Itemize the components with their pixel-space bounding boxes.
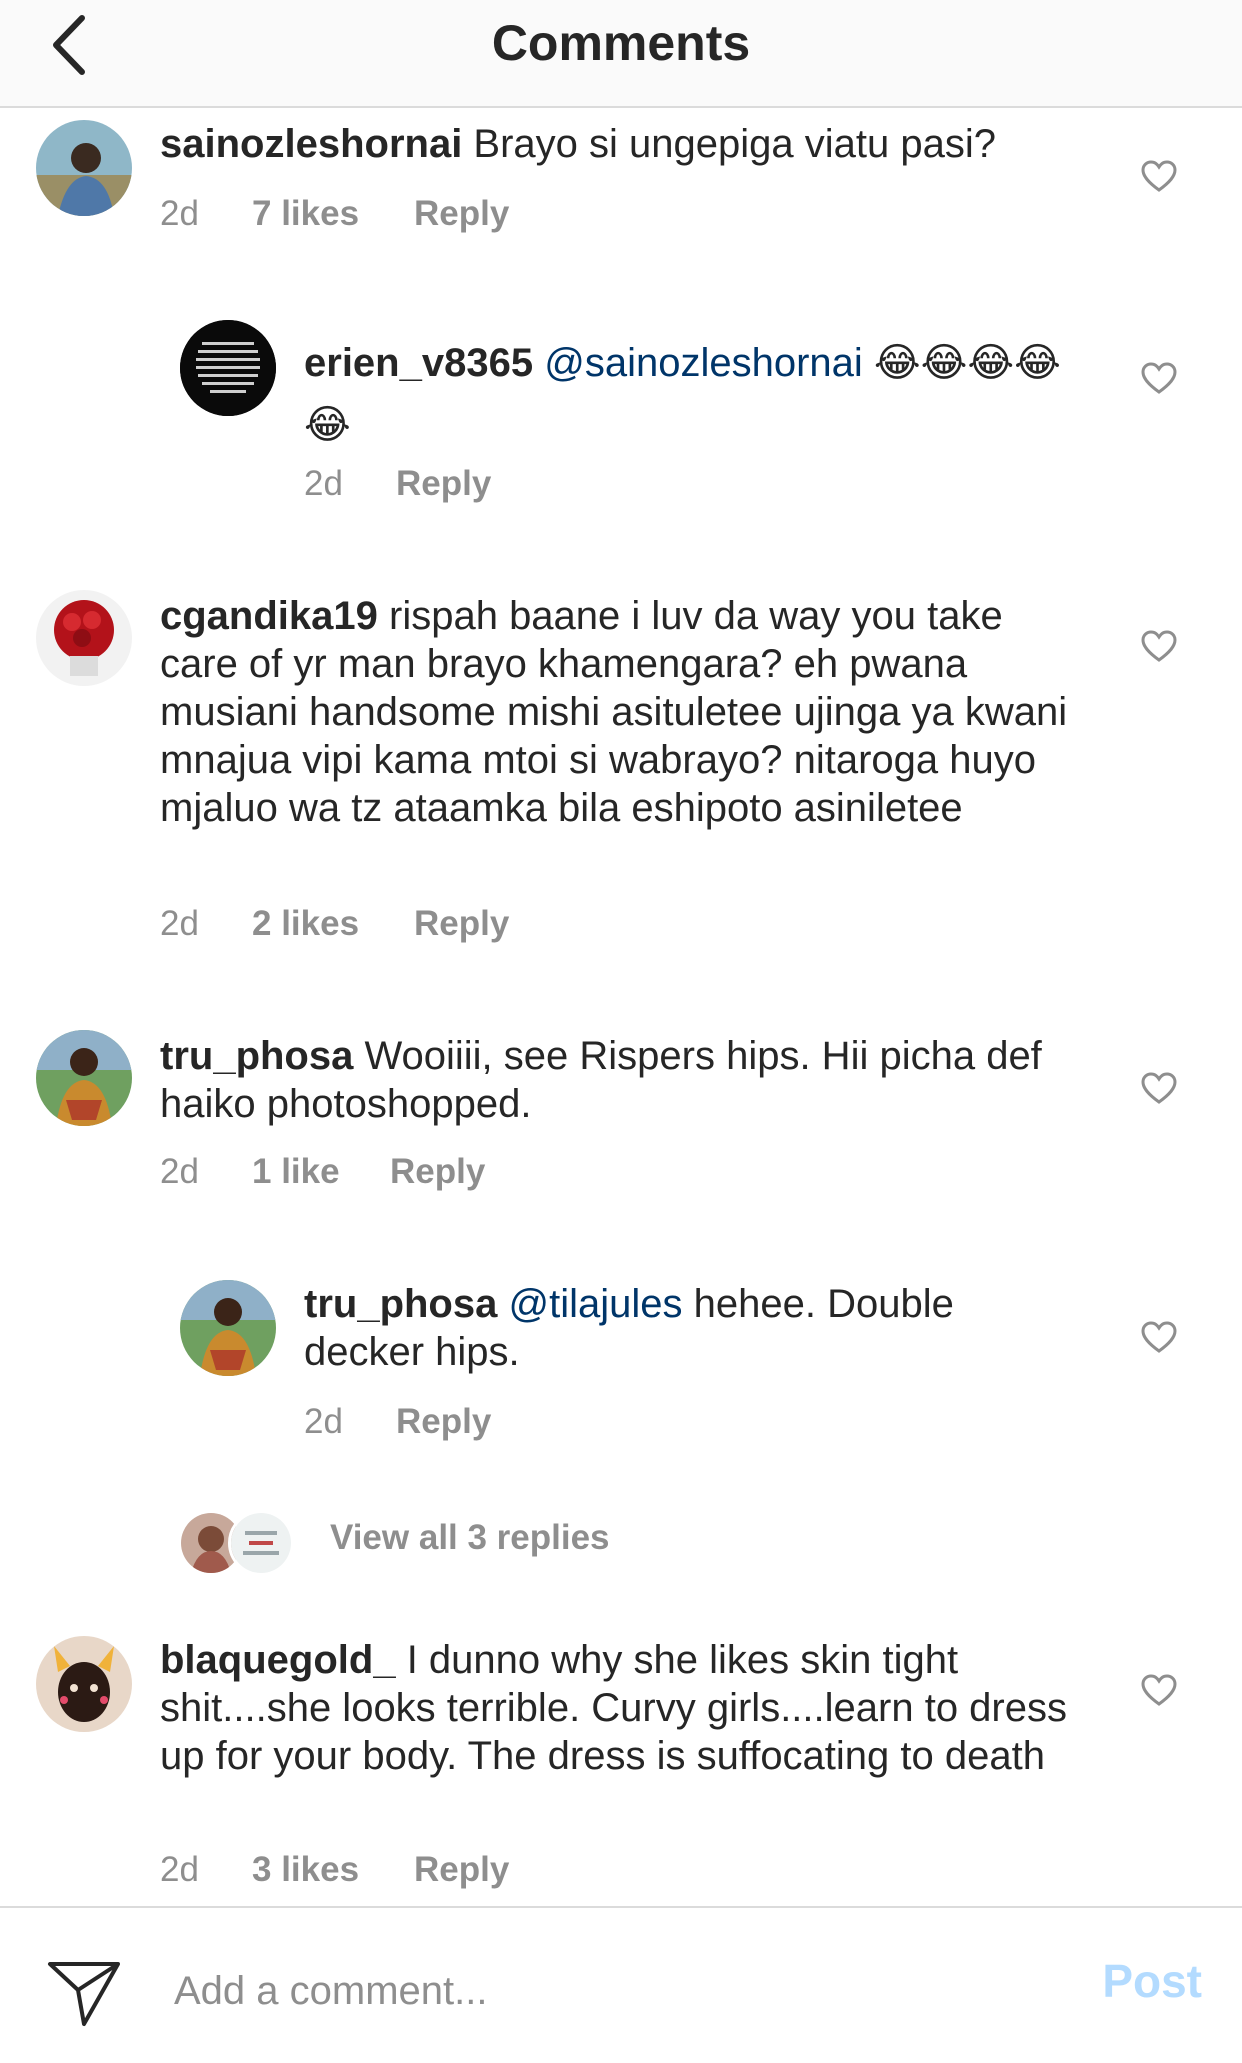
comment-time: 2d — [304, 1402, 343, 1441]
avatar[interactable] — [36, 1030, 132, 1126]
comment-username[interactable]: cgandika19 — [160, 594, 378, 638]
heart-outline-icon[interactable] — [1140, 1673, 1178, 1707]
mention-link[interactable]: @sainozleshornai — [544, 341, 863, 385]
reply-avatar — [228, 1510, 294, 1576]
comment-username[interactable]: blaquegold_ — [160, 1638, 396, 1682]
comment-username[interactable]: erien_v8365 — [304, 341, 533, 385]
paper-plane-icon[interactable] — [46, 1958, 122, 2028]
comment-time: 2d — [160, 904, 199, 943]
header-bar: Comments — [0, 0, 1242, 108]
likes-count[interactable]: 3 likes — [252, 1850, 414, 1890]
avatar[interactable] — [36, 590, 132, 686]
avatar[interactable] — [36, 1636, 132, 1732]
reply-button[interactable]: Reply — [414, 1850, 509, 1890]
heart-outline-icon[interactable] — [1140, 159, 1178, 193]
comment-time: 2d — [160, 1152, 199, 1191]
heart-outline-icon[interactable] — [1140, 1320, 1178, 1354]
mention-link[interactable]: @tilajules — [508, 1282, 682, 1326]
page-title: Comments — [491, 15, 751, 71]
likes-count[interactable]: 7 likes — [252, 194, 414, 234]
comment-username[interactable]: tru_phosa — [160, 1034, 353, 1078]
comment-username[interactable]: tru_phosa — [304, 1282, 497, 1326]
likes-count[interactable]: 1 like — [252, 1152, 390, 1192]
view-replies-link[interactable]: View all 3 replies — [330, 1518, 610, 1558]
comment-time: 2d — [160, 194, 199, 233]
reply-button[interactable]: Reply — [414, 194, 509, 234]
avatar[interactable] — [180, 320, 276, 416]
heart-outline-icon[interactable] — [1140, 361, 1178, 395]
comment-input[interactable] — [172, 1960, 976, 2022]
comment-composer: Post — [0, 1906, 1242, 2063]
likes-count[interactable]: 2 likes — [252, 904, 414, 944]
comment-time: 2d — [160, 1850, 199, 1889]
avatar[interactable] — [36, 120, 132, 216]
avatar[interactable] — [180, 1280, 276, 1376]
reply-button[interactable]: Reply — [396, 464, 491, 504]
heart-outline-icon[interactable] — [1140, 1071, 1178, 1105]
comment-text: Brayo si ungepiga viatu pasi? — [462, 122, 996, 166]
post-button[interactable]: Post — [1102, 1954, 1202, 2008]
comment-time: 2d — [304, 464, 343, 503]
comment-username[interactable]: sainozleshornai — [160, 122, 462, 166]
heart-outline-icon[interactable] — [1140, 629, 1178, 663]
reply-button[interactable]: Reply — [414, 904, 509, 944]
reply-button[interactable]: Reply — [396, 1402, 491, 1442]
reply-button[interactable]: Reply — [390, 1152, 485, 1192]
